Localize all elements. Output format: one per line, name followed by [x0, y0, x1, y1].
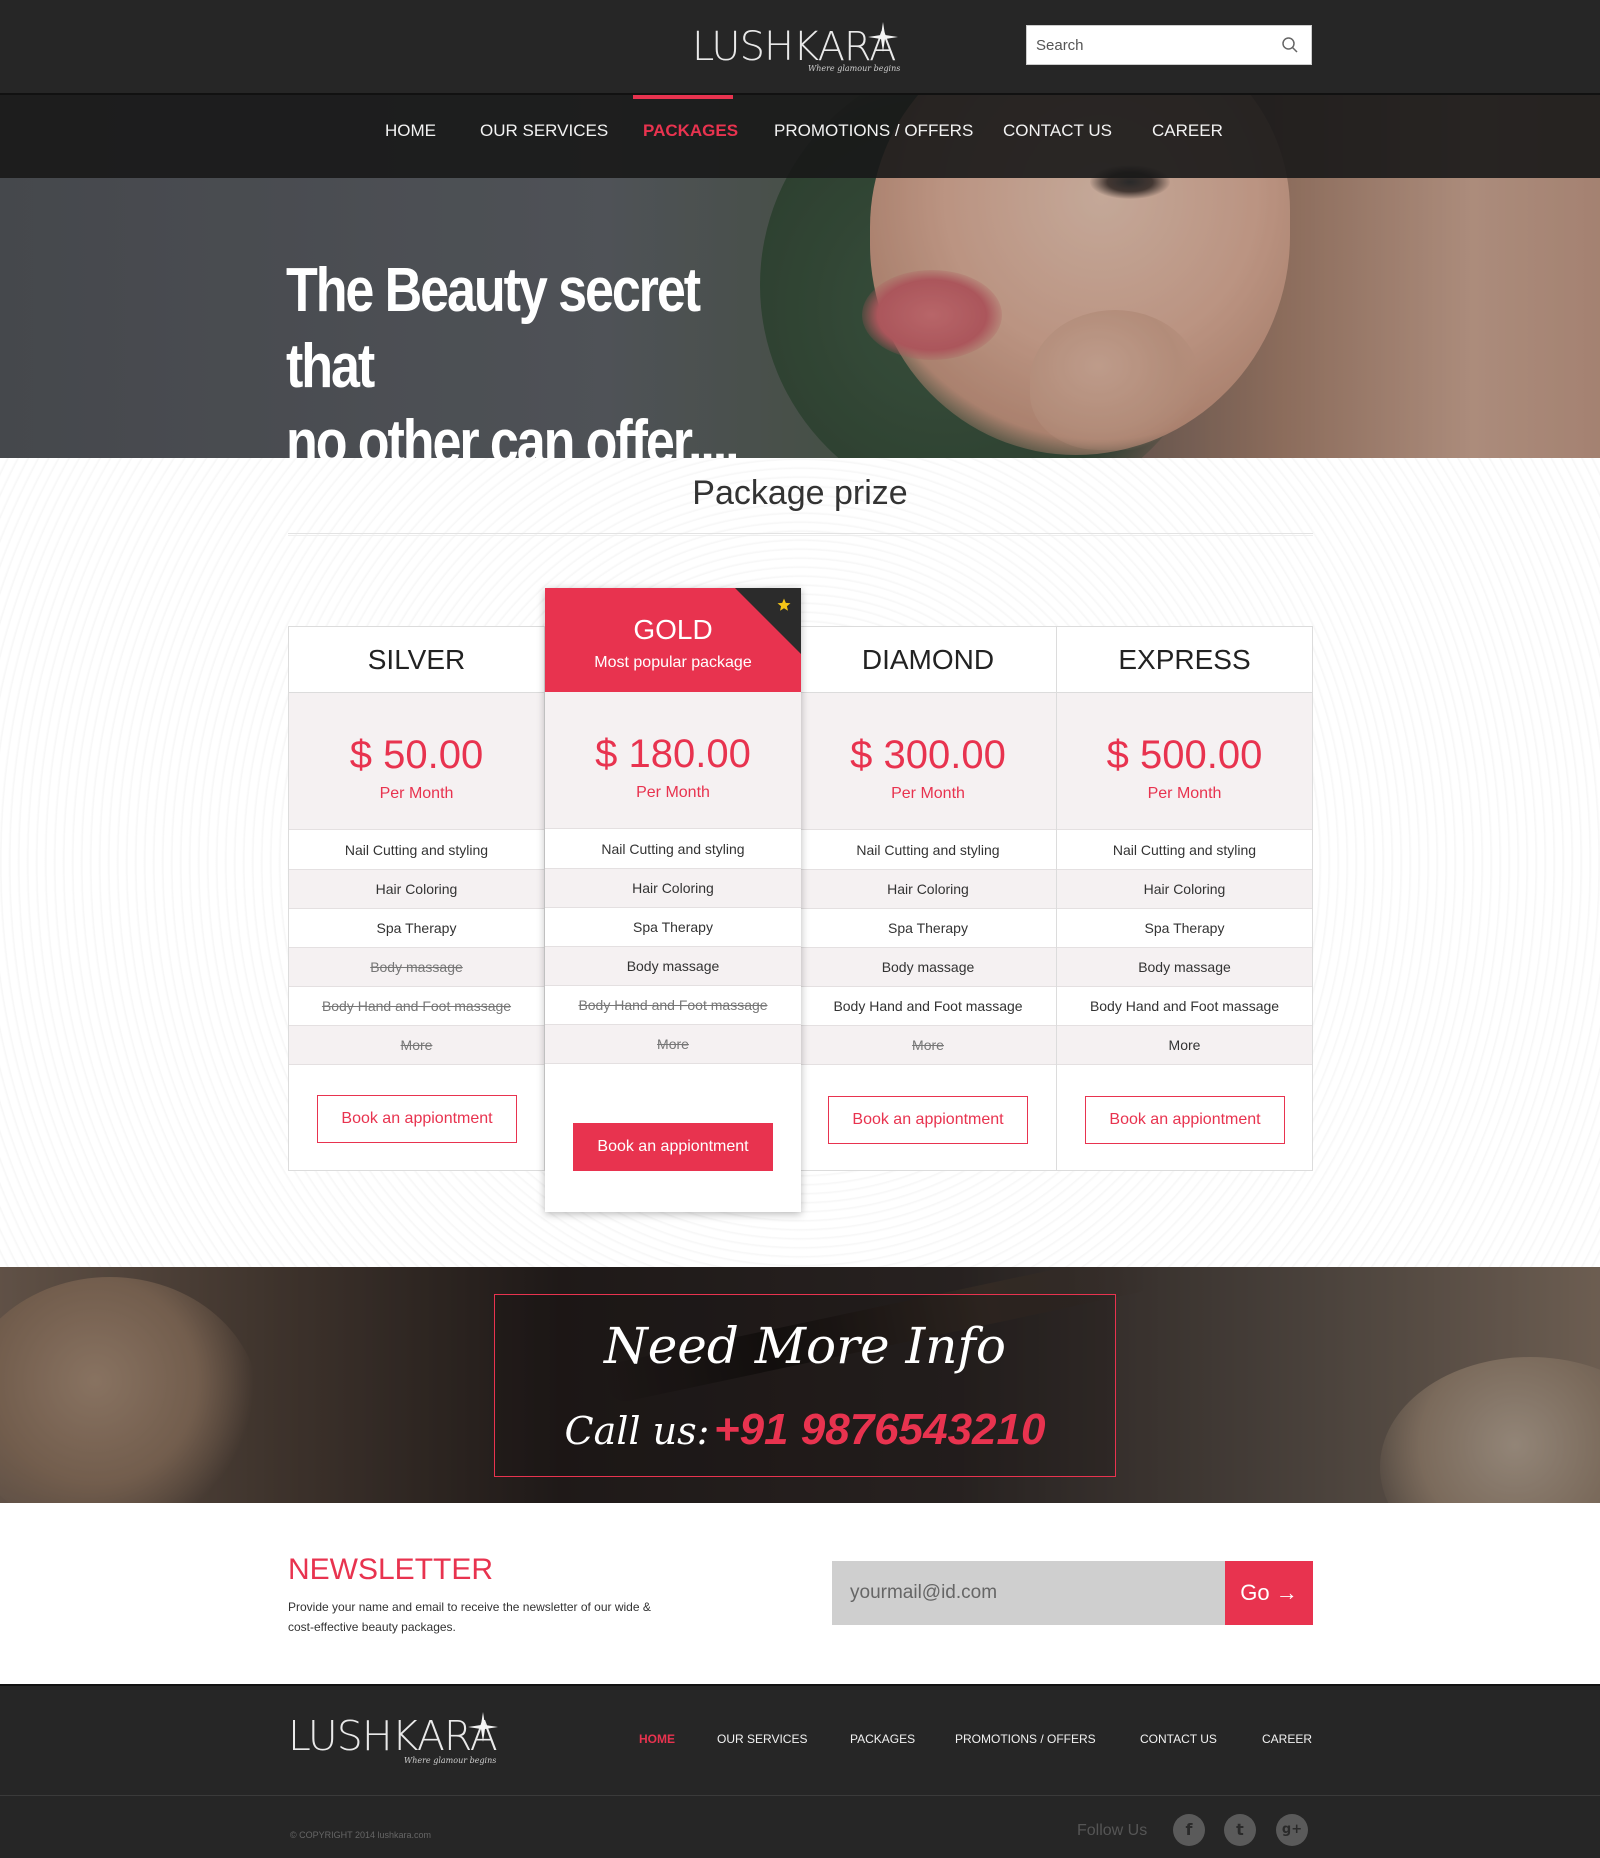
plan-feature-more[interactable]: More: [545, 1025, 801, 1064]
packages-title: Package prize: [692, 474, 908, 512]
book-appointment-button-silver[interactable]: Book an appiontment: [317, 1095, 517, 1143]
footer-nav-promotions[interactable]: PROMOTIONS / OFFERS: [955, 1732, 1096, 1746]
plan-feature-more[interactable]: More: [800, 1026, 1056, 1065]
plan-feature: Spa Therapy: [800, 909, 1056, 948]
nav-item-home[interactable]: HOME: [385, 95, 436, 178]
plan-feature: Hair Coloring: [800, 870, 1056, 909]
book-appointment-button-express[interactable]: Book an appiontment: [1085, 1096, 1285, 1144]
search-box: [1026, 25, 1312, 65]
plan-name: SILVER: [289, 627, 544, 693]
copyright-text: © COPYRIGHT 2014 lushkara.com: [290, 1830, 432, 1840]
twitter-icon[interactable]: t: [1224, 1814, 1256, 1846]
plan-feature: Body Hand and Foot massage: [1057, 987, 1312, 1026]
search-icon[interactable]: [1281, 36, 1299, 54]
callout-phone-number[interactable]: +91 9876543210: [714, 1405, 1046, 1454]
plan-period: Per Month: [379, 785, 454, 802]
plan-feature: Spa Therapy: [1057, 909, 1312, 948]
plan-price-band: $ 300.00 Per Month: [800, 693, 1056, 830]
book-appointment-button-gold[interactable]: Book an appiontment: [573, 1123, 773, 1171]
plan-feature: Spa Therapy: [289, 909, 544, 948]
newsletter-description: Provide your name and email to receive t…: [288, 1600, 651, 1634]
hero-banner: HOME OUR SERVICES PACKAGES PROMOTIONS / …: [0, 95, 1600, 458]
plan-price: $ 300.00: [850, 733, 1006, 777]
plan-card-silver: SILVER $ 50.00 Per Month Nail Cutting an…: [288, 626, 545, 1171]
site-footer: LUSHKARA Where glamour begins HOME OUR S…: [0, 1684, 1600, 1858]
book-appointment-button-diamond[interactable]: Book an appiontment: [828, 1096, 1028, 1144]
plan-feature: Nail Cutting and styling: [289, 831, 544, 870]
footer-nav-home[interactable]: HOME: [639, 1732, 675, 1746]
plan-feature: Spa Therapy: [545, 908, 801, 947]
plan-feature: Hair Coloring: [545, 869, 801, 908]
logo-tagline: Where glamour begins: [404, 1756, 497, 1765]
plan-price-band: $ 180.00 Per Month: [545, 692, 801, 829]
plan-feature: Nail Cutting and styling: [800, 831, 1056, 870]
star-icon: [777, 598, 791, 611]
newsletter-title: NEWSLETTER: [288, 1553, 494, 1586]
footer-divider: [0, 1795, 1600, 1796]
callout-box: Need More Info Call us: +91 9876543210: [494, 1294, 1116, 1477]
plan-price-band: $ 500.00 Per Month: [1057, 693, 1312, 830]
plan-feature: Nail Cutting and styling: [545, 830, 801, 869]
plan-feature: Nail Cutting and styling: [1057, 831, 1312, 870]
follow-us-label: Follow Us: [1077, 1822, 1148, 1839]
plan-feature-more[interactable]: More: [1057, 1026, 1312, 1065]
plan-period: Per Month: [636, 784, 710, 801]
footer-nav-contact-us[interactable]: CONTACT US: [1140, 1732, 1217, 1746]
footer-logo[interactable]: LUSHKARA Where glamour begins: [288, 1706, 508, 1776]
logo-wordmark: LUSHKARA: [288, 1712, 498, 1760]
nav-item-promotions[interactable]: PROMOTIONS / OFFERS: [774, 95, 973, 178]
plan-feature: Body massage: [545, 947, 801, 986]
plan-period: Per Month: [891, 785, 965, 802]
search-input[interactable]: [1027, 26, 1267, 64]
footer-nav-our-services[interactable]: OUR SERVICES: [717, 1732, 807, 1746]
plan-name: EXPRESS: [1057, 627, 1312, 693]
sparkle-icon: [868, 22, 898, 52]
plan-price: $ 180.00: [595, 732, 751, 776]
plan-feature-excluded: Body Hand and Foot massage: [289, 987, 544, 1026]
hero-headline-line-1: The Beauty secret that: [286, 256, 701, 401]
facebook-icon[interactable]: f: [1173, 1814, 1205, 1846]
plan-feature: Body massage: [800, 948, 1056, 987]
callout-call-label: Call us:: [564, 1409, 710, 1453]
plan-subtitle: Most popular package: [594, 654, 752, 671]
plan-name: DIAMOND: [800, 627, 1056, 693]
plan-feature-more[interactable]: More: [289, 1026, 544, 1065]
plan-price-band: $ 50.00 Per Month: [289, 693, 544, 830]
hero-headline: The Beauty secret that no other can offe…: [286, 253, 756, 458]
plan-card-diamond: DIAMOND $ 300.00 Per Month Nail Cutting …: [800, 626, 1057, 1171]
footer-nav-packages[interactable]: PACKAGES: [850, 1732, 915, 1746]
callout-title: Need More Info: [603, 1317, 1007, 1375]
featured-corner-ribbon: [735, 588, 801, 654]
newsletter-submit-button[interactable]: Go →: [1225, 1561, 1313, 1625]
plan-feature: Hair Coloring: [1057, 870, 1312, 909]
callout-phone-line: Call us: +91 9876543210: [495, 1405, 1115, 1455]
sparkle-icon: [468, 1712, 498, 1742]
plan-feature-excluded: Body Hand and Foot massage: [545, 986, 801, 1025]
hero-headline-line-2: no other can offer....: [286, 408, 740, 458]
plan-feature: Hair Coloring: [289, 870, 544, 909]
contact-callout-banner: Need More Info Call us: +91 9876543210: [0, 1267, 1600, 1503]
plan-card-gold: GOLD Most popular package $ 180.00 Per M…: [545, 588, 801, 1212]
plan-period: Per Month: [1147, 785, 1222, 802]
nav-item-contact-us[interactable]: CONTACT US: [1003, 95, 1112, 178]
nav-item-our-services[interactable]: OUR SERVICES: [480, 95, 608, 178]
logo-tagline: Where glamour begins: [808, 64, 901, 73]
footer-nav-career[interactable]: CAREER: [1262, 1732, 1312, 1746]
nav-item-packages[interactable]: PACKAGES: [643, 95, 738, 178]
plan-price: $ 500.00: [1106, 733, 1263, 777]
plan-feature: Body Hand and Foot massage: [800, 987, 1056, 1026]
plan-price: $ 50.00: [349, 733, 484, 777]
packages-divider: [288, 533, 1313, 536]
site-header: LUSHKARA Where glamour begins: [0, 0, 1600, 95]
plan-feature: Body massage: [1057, 948, 1312, 987]
newsletter-email-input[interactable]: [832, 1561, 1225, 1625]
logo[interactable]: LUSHKARA Where glamour begins: [692, 18, 902, 80]
plan-feature-excluded: Body massage: [289, 948, 544, 987]
nav-item-career[interactable]: CAREER: [1152, 95, 1223, 178]
main-nav: HOME OUR SERVICES PACKAGES PROMOTIONS / …: [0, 95, 1600, 178]
google-plus-icon[interactable]: g+: [1276, 1814, 1308, 1846]
plan-card-express: EXPRESS $ 500.00 Per Month Nail Cutting …: [1056, 626, 1313, 1171]
plan-featured-header: GOLD Most popular package: [545, 588, 801, 692]
